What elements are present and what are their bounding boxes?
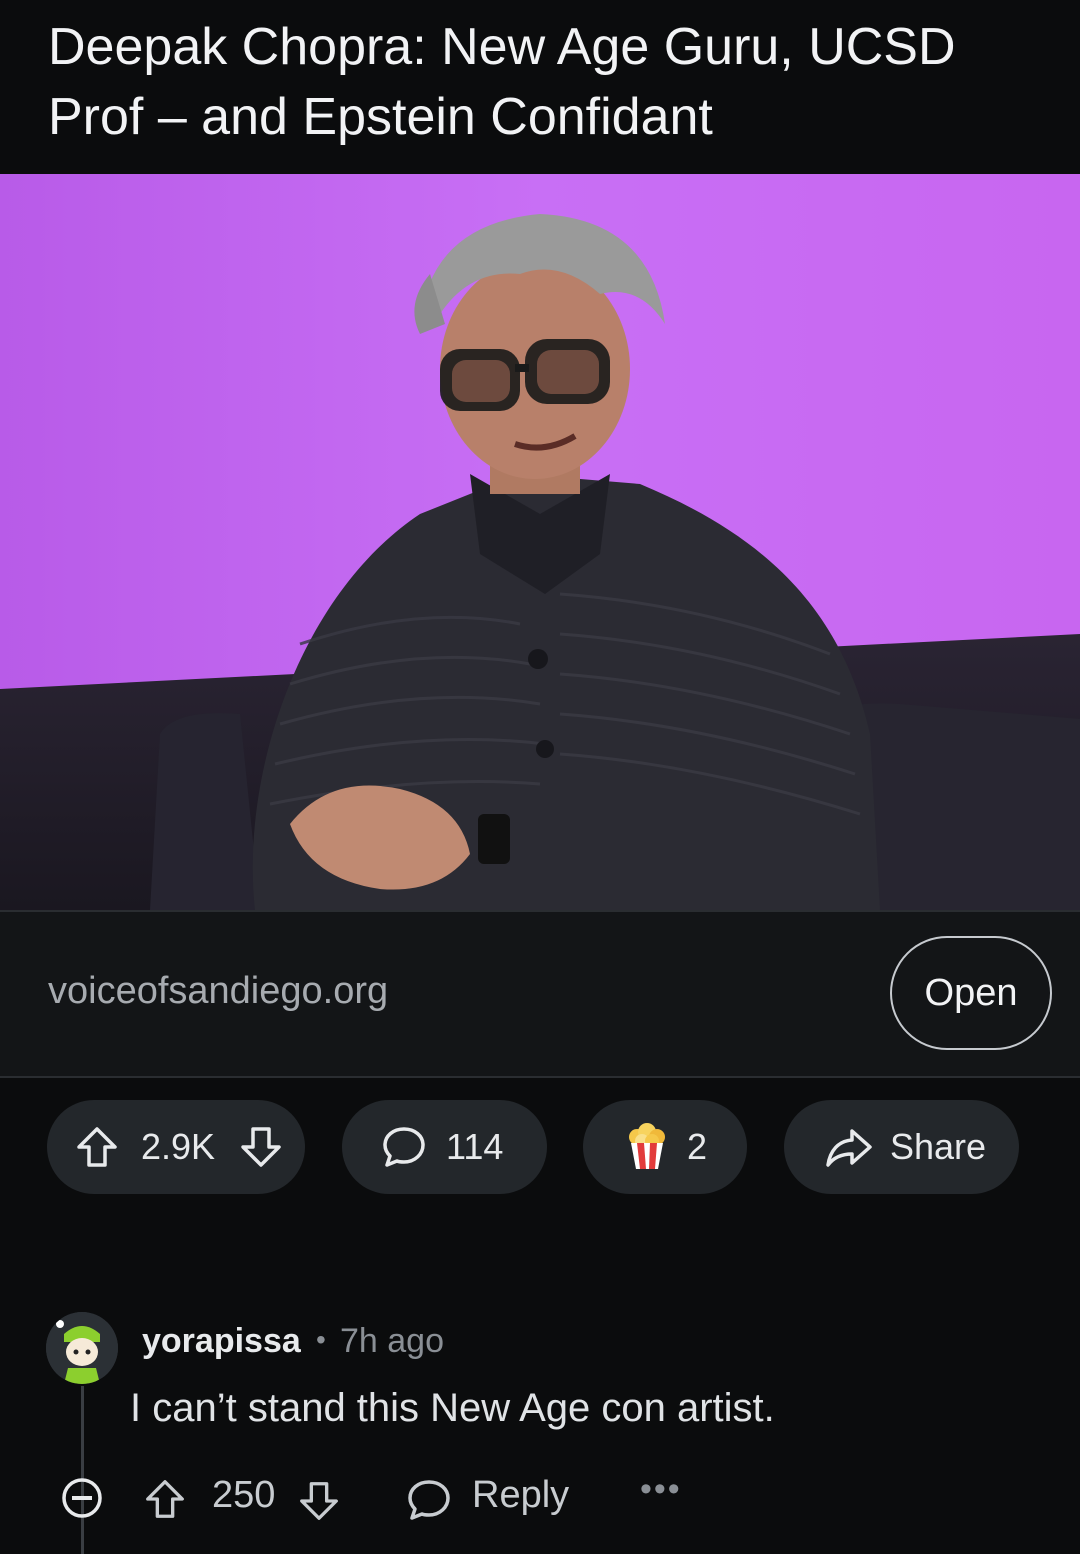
comments-button[interactable]: 114 — [342, 1100, 547, 1194]
share-button[interactable]: Share — [784, 1100, 1019, 1194]
reply-bubble-icon[interactable] — [404, 1476, 454, 1524]
collapse-minus-icon[interactable] — [60, 1476, 104, 1520]
downvote-arrow-icon[interactable] — [296, 1478, 342, 1524]
more-options-button[interactable]: ••• — [640, 1470, 682, 1509]
vote-control: 2.9K — [47, 1100, 305, 1194]
comment-action-bar: 250 Reply ••• — [0, 1470, 1080, 1530]
reply-button[interactable]: Reply — [472, 1474, 569, 1517]
downvote-arrow-icon[interactable] — [237, 1123, 285, 1171]
post-image[interactable] — [0, 174, 1080, 910]
meta-separator: • — [316, 1324, 326, 1355]
post-action-bar: 2.9K 114 2 Share — [0, 1100, 1080, 1194]
awards-button[interactable]: 2 — [583, 1100, 747, 1194]
share-label: Share — [890, 1126, 987, 1167]
post-header: Deepak Chopra: New Age Guru, UCSD Prof –… — [0, 0, 1080, 174]
upvote-arrow-icon[interactable] — [73, 1123, 121, 1171]
upvote-arrow-icon[interactable] — [142, 1476, 188, 1522]
post-title[interactable]: Deepak Chopra: New Age Guru, UCSD Prof –… — [48, 12, 1058, 152]
speaker-photo — [0, 174, 1080, 910]
award-count: 2 — [687, 1126, 708, 1167]
comment-score: 250 — [212, 1474, 276, 1516]
comment-count: 114 — [446, 1126, 504, 1167]
open-link-button[interactable]: Open — [890, 936, 1052, 1050]
comment-timestamp: 7h ago — [340, 1322, 444, 1360]
speech-bubble-icon — [380, 1123, 428, 1171]
share-arrow-icon — [824, 1123, 874, 1171]
comment: yorapissa • 7h ago I can’t stand this Ne… — [0, 1300, 1080, 1554]
popcorn-award-icon — [621, 1121, 673, 1173]
post-score: 2.9K — [141, 1126, 216, 1167]
comment-body: I can’t stand this New Age con artist. — [130, 1386, 775, 1430]
avatar[interactable] — [46, 1312, 118, 1384]
comment-username[interactable]: yorapissa — [142, 1322, 301, 1361]
link-domain[interactable]: voiceofsandiego.org — [48, 970, 388, 1013]
